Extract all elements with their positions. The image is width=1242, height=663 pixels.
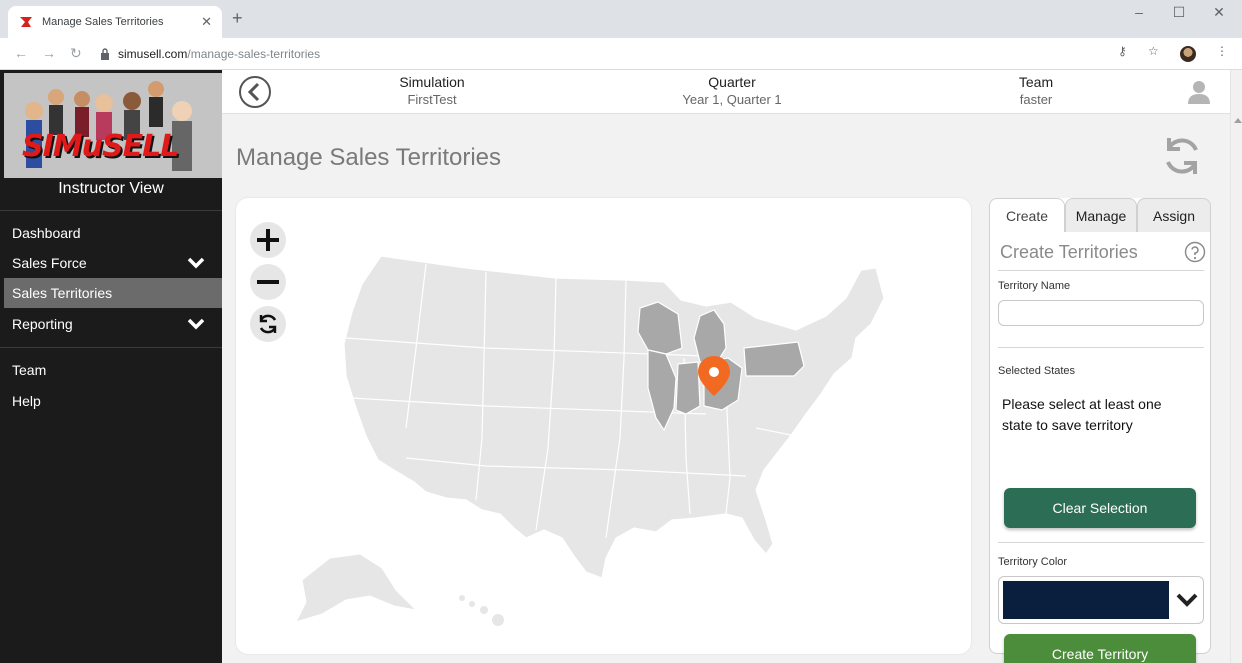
quarter-info: Quarter Year 1, Quarter 1 bbox=[662, 74, 802, 107]
tab-manage[interactable]: Manage bbox=[1065, 198, 1137, 232]
sidebar-item-label: Sales Territories bbox=[12, 285, 113, 301]
url-path: /manage-sales-territories bbox=[187, 47, 321, 61]
selected-states-label: Selected States bbox=[998, 365, 1076, 377]
territory-name-label: Territory Name bbox=[998, 280, 1071, 292]
browser-tab-bar: Manage Sales Territories ✕ + – ☐ ✕ bbox=[0, 0, 1242, 38]
scroll-up-arrow-icon[interactable] bbox=[1234, 118, 1242, 123]
create-territory-button[interactable]: Create Territory bbox=[1004, 634, 1196, 663]
window-close-icon[interactable]: ✕ bbox=[1204, 4, 1234, 21]
divider bbox=[0, 210, 222, 211]
divider bbox=[0, 347, 222, 348]
back-arrow-icon[interactable]: ← bbox=[14, 45, 28, 61]
create-heading: Create Territories bbox=[1000, 242, 1138, 262]
url-host: simusell.com bbox=[118, 47, 188, 61]
new-tab-icon[interactable]: + bbox=[232, 8, 243, 29]
territory-color-label: Territory Color bbox=[998, 556, 1068, 568]
browser-tab[interactable]: Manage Sales Territories ✕ bbox=[8, 6, 222, 38]
user-icon[interactable] bbox=[1188, 80, 1210, 104]
refresh-icon[interactable] bbox=[1160, 134, 1204, 178]
tab-create[interactable]: Create bbox=[989, 198, 1065, 232]
bookmark-star-icon[interactable]: ☆ bbox=[1148, 44, 1159, 58]
view-label: Instructor View bbox=[58, 180, 164, 197]
territory-color-select[interactable] bbox=[998, 576, 1204, 624]
team-value: faster bbox=[1019, 92, 1053, 107]
sidebar: SIMuSELL Instructor View Dashboard Sales… bbox=[0, 70, 222, 663]
tab-assign[interactable]: Assign bbox=[1137, 198, 1211, 232]
back-circle-icon[interactable] bbox=[238, 75, 272, 109]
quarter-label: Quarter bbox=[708, 74, 756, 90]
simulation-value: FirstTest bbox=[407, 92, 457, 107]
chevron-down-icon bbox=[1176, 593, 1198, 607]
sidebar-item-label: Sales Force bbox=[12, 255, 87, 271]
reload-icon[interactable]: ↻ bbox=[70, 45, 82, 62]
lock-icon bbox=[101, 48, 109, 60]
reset-icon bbox=[259, 314, 277, 334]
zoom-in-button[interactable] bbox=[250, 222, 286, 258]
main-content: Simulation FirstTest Quarter Year 1, Qua… bbox=[222, 70, 1242, 663]
key-icon[interactable]: ⚷ bbox=[1118, 44, 1127, 58]
color-swatch bbox=[1003, 581, 1169, 619]
sidebar-item-label: Dashboard bbox=[12, 225, 81, 241]
maximize-icon[interactable]: ☐ bbox=[1164, 4, 1194, 21]
alaska-shape[interactable] bbox=[295, 553, 418, 623]
chevron-down-icon bbox=[187, 257, 205, 269]
hawaii-shape[interactable] bbox=[459, 595, 504, 626]
sidebar-item-sales-territories[interactable]: Sales Territories bbox=[4, 278, 222, 308]
sidebar-item-reporting[interactable]: Reporting bbox=[0, 309, 222, 339]
us-map[interactable] bbox=[286, 238, 946, 638]
page-title: Manage Sales Territories bbox=[236, 144, 502, 171]
team-info: Team faster bbox=[996, 74, 1076, 107]
browser-menu-icon[interactable]: ⋮ bbox=[1216, 44, 1228, 58]
simusell-logo: SIMuSELL bbox=[4, 73, 222, 178]
zoom-out-button[interactable] bbox=[250, 264, 286, 300]
map-card bbox=[236, 198, 971, 654]
profile-avatar[interactable] bbox=[1180, 46, 1196, 62]
plus-icon bbox=[257, 229, 279, 251]
divider bbox=[998, 270, 1204, 271]
address-bar: ← → ↻ simusell.com/manage-sales-territor… bbox=[0, 38, 1242, 70]
sidebar-item-label: Reporting bbox=[12, 316, 73, 332]
tab-close-icon[interactable]: ✕ bbox=[201, 14, 212, 30]
sidebar-item-team[interactable]: Team bbox=[0, 355, 222, 385]
reset-map-button[interactable] bbox=[250, 306, 286, 342]
sidebar-item-help[interactable]: Help bbox=[0, 386, 222, 416]
panel-tabs: Create Manage Assign bbox=[989, 198, 1211, 232]
simulation-label: Simulation bbox=[399, 74, 465, 90]
create-tab-body: Create Territories Territory Name Select… bbox=[989, 232, 1211, 663]
simusell-favicon-icon bbox=[20, 17, 32, 27]
clear-selection-button[interactable]: Clear Selection bbox=[1004, 488, 1196, 528]
minus-icon bbox=[257, 280, 279, 284]
url-field[interactable]: simusell.com/manage-sales-territories bbox=[100, 42, 1100, 66]
sidebar-item-label: Team bbox=[12, 362, 47, 378]
us-mainland-shape[interactable] bbox=[343, 255, 885, 579]
indiana-shape bbox=[675, 361, 701, 415]
territory-name-input[interactable] bbox=[998, 300, 1204, 326]
quarter-value: Year 1, Quarter 1 bbox=[682, 92, 782, 107]
help-icon[interactable] bbox=[1184, 241, 1206, 263]
forward-arrow-icon[interactable]: → bbox=[42, 45, 56, 61]
page-scrollbar[interactable] bbox=[1230, 70, 1242, 663]
chevron-down-icon bbox=[187, 318, 205, 330]
top-header: Simulation FirstTest Quarter Year 1, Qua… bbox=[222, 70, 1230, 114]
logo-text: SIMuSELL bbox=[22, 129, 179, 164]
pennsylvania-shape bbox=[743, 341, 805, 377]
selected-states-notice: Please select at least one state to save… bbox=[1002, 396, 1162, 433]
sidebar-item-sales-force[interactable]: Sales Force bbox=[0, 248, 222, 278]
minimize-icon[interactable]: – bbox=[1124, 4, 1154, 20]
simulation-info: Simulation FirstTest bbox=[382, 74, 482, 107]
territory-panel: Create Manage Assign Create Territories … bbox=[989, 198, 1211, 663]
sidebar-item-label: Help bbox=[12, 393, 41, 409]
divider bbox=[998, 542, 1204, 543]
team-label: Team bbox=[1018, 74, 1054, 90]
divider bbox=[998, 347, 1204, 348]
tab-title: Manage Sales Territories bbox=[42, 16, 164, 28]
sidebar-item-dashboard[interactable]: Dashboard bbox=[0, 218, 222, 248]
